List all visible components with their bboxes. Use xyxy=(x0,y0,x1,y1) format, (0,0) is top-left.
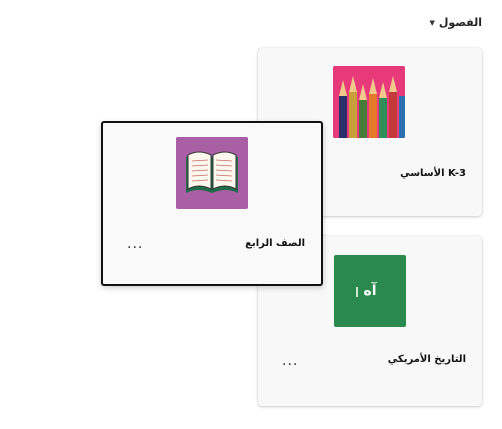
card-title: K-3 الأساسي xyxy=(400,168,466,179)
pencils-icon xyxy=(333,66,405,138)
thumbnail-text: آه xyxy=(363,283,377,299)
more-options-icon[interactable]: ... xyxy=(127,237,143,251)
class-thumbnail: آه xyxy=(334,255,406,327)
classes-header[interactable]: ▼ الفصول xyxy=(430,16,483,29)
class-card-fourth-grade[interactable]: الصف الرابع ... xyxy=(101,121,323,286)
more-options-icon[interactable]: ... xyxy=(282,354,298,368)
caret-down-icon: ▼ xyxy=(429,18,435,27)
pencils-thumbnail xyxy=(333,66,405,138)
book-thumbnail xyxy=(176,137,248,209)
card-title: التاريخ الأمريكي xyxy=(387,354,466,365)
classes-title: الفصول xyxy=(438,16,482,29)
cursor-bar xyxy=(356,287,358,297)
book-icon xyxy=(176,137,248,209)
card-title: الصف الرابع xyxy=(245,238,305,249)
